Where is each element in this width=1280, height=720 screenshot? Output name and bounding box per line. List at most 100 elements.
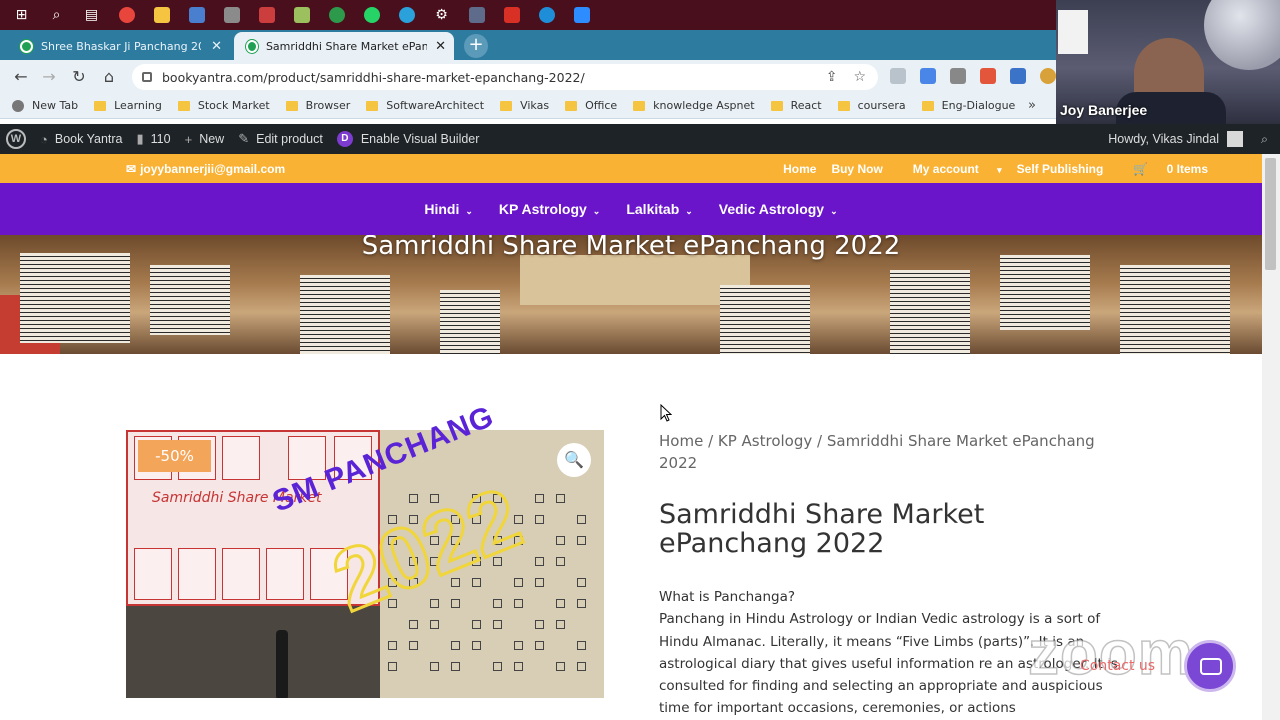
hero-decor <box>1120 265 1230 354</box>
extension-icon[interactable] <box>920 68 936 84</box>
acrobat-icon[interactable] <box>494 0 529 30</box>
forward-arrow-icon[interactable]: → <box>38 66 60 88</box>
image-grid-square <box>472 641 481 650</box>
reload-icon[interactable]: ↻ <box>68 66 90 88</box>
bookmark-folder[interactable]: knowledge Aspnet <box>633 99 755 112</box>
description-question: What is Panchanga? <box>659 589 796 605</box>
nav-vedic-astrology[interactable]: Vedic Astrology ⌄ <box>719 201 838 217</box>
chevron-down-icon: ⌄ <box>592 206 601 216</box>
bookmark-new-tab[interactable]: New Tab <box>12 99 78 112</box>
search-icon[interactable]: ⌕ <box>1261 132 1268 147</box>
windows-start-icon[interactable]: ⊞ <box>4 0 39 30</box>
bookmark-folder[interactable]: Learning <box>94 99 162 112</box>
home-icon[interactable]: ⌂ <box>98 66 120 88</box>
browser-tab[interactable]: Shree Bhaskar Ji Panchang 2022 ✕ <box>8 32 230 60</box>
breadcrumb-category[interactable]: KP Astrology <box>718 432 812 450</box>
nav-buy-now[interactable]: Buy Now <box>831 162 882 176</box>
bookmark-folder[interactable]: Stock Market <box>177 99 270 112</box>
cart-icon: 🛒 <box>1133 162 1149 176</box>
extension-icon[interactable] <box>890 68 906 84</box>
wp-howdy-user[interactable]: Howdy, Vikas Jindal <box>1108 132 1219 146</box>
address-bar[interactable]: bookyantra.com/product/samriddhi-share-m… <box>132 64 878 90</box>
bookmark-folder[interactable]: coursera <box>837 99 906 112</box>
wp-site-link[interactable]: ◔ Book Yantra <box>40 132 123 147</box>
bookmark-folder[interactable]: Eng-Dialogue <box>921 99 1015 112</box>
scrollbar-thumb[interactable] <box>1265 158 1276 270</box>
zoom-icon[interactable] <box>564 0 599 30</box>
qr-code-image <box>1058 10 1088 54</box>
browser-tab-active[interactable]: Samriddhi Share Market ePancha ✕ <box>234 32 454 60</box>
lock-icon <box>142 72 152 82</box>
participant-name: Joy Banerjee <box>1060 102 1148 118</box>
nav-self-publishing[interactable]: Self Publishing <box>1017 162 1104 176</box>
hero-decor <box>1000 255 1090 330</box>
app-icon[interactable] <box>249 0 284 30</box>
image-grid-square <box>577 578 586 587</box>
close-tab-icon[interactable]: ✕ <box>203 39 222 54</box>
avatar[interactable] <box>1226 131 1243 147</box>
nav-home[interactable]: Home <box>783 162 816 176</box>
image-grid-square <box>472 620 481 629</box>
bookmark-folder[interactable]: Browser <box>285 99 350 112</box>
whatsapp-icon[interactable] <box>354 0 389 30</box>
contact-email[interactable]: ✉ joyybannerjii@gmail.com <box>126 162 285 176</box>
image-grid-square <box>556 536 565 545</box>
chat-button[interactable] <box>1184 640 1236 692</box>
breadcrumb-home[interactable]: Home <box>659 432 703 450</box>
new-tab-button[interactable]: + <box>464 34 488 58</box>
video-call-tile[interactable]: Joy Banerjee <box>1056 0 1280 124</box>
moon-image <box>1204 0 1280 70</box>
bookmark-folder[interactable]: Vikas <box>500 99 549 112</box>
image-grid-square <box>514 599 523 608</box>
extension-icon[interactable] <box>1010 68 1026 84</box>
bookmark-star-icon[interactable]: ☆ <box>853 69 866 85</box>
task-view-icon[interactable]: ▤ <box>74 0 109 30</box>
wp-edit-product-link[interactable]: ✎ Edit product <box>238 131 323 147</box>
nav-cart[interactable]: 🛒 0 Items <box>1118 162 1208 176</box>
search-icon[interactable]: ⌕ <box>39 0 74 30</box>
image-grid-square <box>451 641 460 650</box>
app-icon[interactable] <box>214 0 249 30</box>
zoom-watermark: zoom <box>1027 618 1194 689</box>
share-icon[interactable]: ⇪ <box>826 69 838 85</box>
bookmark-folder[interactable]: React <box>770 99 822 112</box>
nav-hindi[interactable]: Hindi ⌄ <box>424 201 473 217</box>
bookmark-folder[interactable]: Office <box>565 99 617 112</box>
image-grid-square <box>577 536 586 545</box>
telegram-icon[interactable] <box>389 0 424 30</box>
image-grid-square <box>535 515 544 524</box>
image-grid-square <box>535 494 544 503</box>
file-explorer-icon[interactable] <box>144 0 179 30</box>
bookmark-folder[interactable]: SoftwareArchitect <box>366 99 484 112</box>
wordpress-logo-icon[interactable]: W <box>6 129 26 149</box>
extension-icon[interactable] <box>950 68 966 84</box>
wp-visual-builder-link[interactable]: D Enable Visual Builder <box>336 131 479 147</box>
image-grid-square <box>430 620 439 629</box>
image-grid-square <box>514 662 523 671</box>
nav-lalkitab[interactable]: Lalkitab ⌄ <box>626 201 692 217</box>
chrome-icon[interactable] <box>319 0 354 30</box>
more-bookmarks-icon[interactable]: » <box>1028 98 1036 113</box>
wp-comments-link[interactable]: ▮ 110 <box>137 131 171 147</box>
breadcrumb: Home / KP Astrology / Samriddhi Share Ma… <box>659 432 1095 472</box>
image-grid-square <box>577 599 586 608</box>
close-tab-icon[interactable]: ✕ <box>427 39 446 54</box>
image-grid-square <box>535 641 544 650</box>
image-grid-square <box>577 662 586 671</box>
extension-icon[interactable] <box>1040 68 1056 84</box>
gear-icon[interactable]: ⚙ <box>424 0 459 30</box>
zoom-magnifier-icon[interactable]: 🔍 <box>557 443 591 477</box>
contact-us-label[interactable]: Contact us <box>1080 658 1155 674</box>
app-icon[interactable] <box>459 0 494 30</box>
back-arrow-icon[interactable]: ← <box>10 66 32 88</box>
wp-new-link[interactable]: + New <box>185 132 225 147</box>
chrome-icon[interactable] <box>109 0 144 30</box>
nav-kp-astrology[interactable]: KP Astrology ⌄ <box>499 201 600 217</box>
edge-icon[interactable] <box>529 0 564 30</box>
image-grid-square <box>451 599 460 608</box>
notepad-icon[interactable] <box>284 0 319 30</box>
dashboard-icon: ◔ <box>40 131 48 147</box>
app-icon[interactable] <box>179 0 214 30</box>
extension-icon[interactable] <box>980 68 996 84</box>
nav-my-account[interactable]: My account ▾ <box>898 162 1002 176</box>
